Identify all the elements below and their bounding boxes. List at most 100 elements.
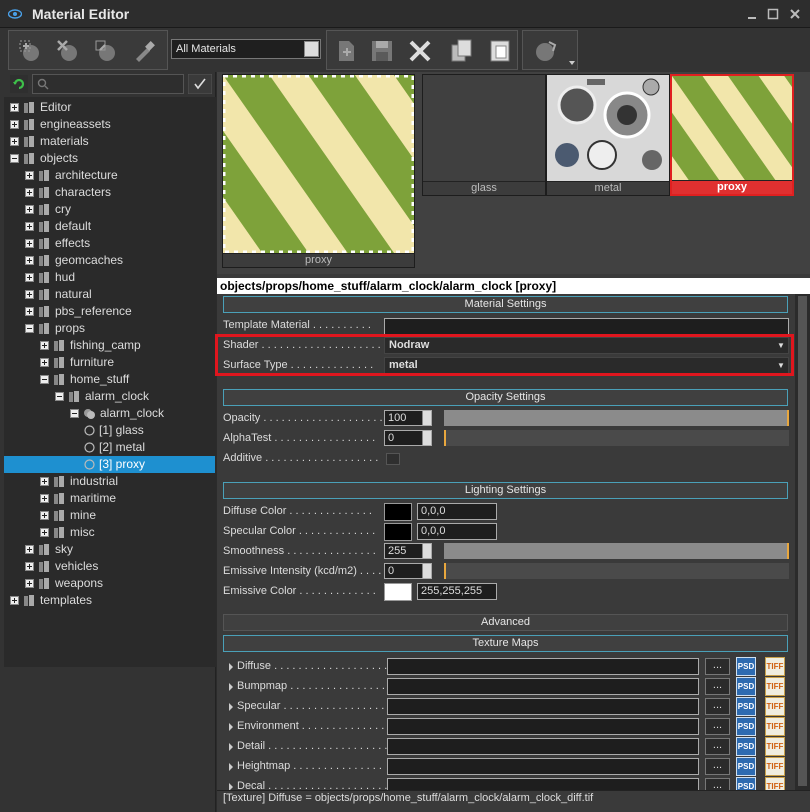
tree-item[interactable]: effects bbox=[4, 235, 215, 252]
tree-item[interactable]: mine bbox=[4, 507, 215, 524]
expand-icon[interactable] bbox=[40, 341, 49, 350]
collapse-icon[interactable] bbox=[10, 154, 19, 163]
texture-path-field[interactable] bbox=[387, 658, 699, 675]
expand-arrow-icon[interactable] bbox=[229, 783, 233, 790]
expand-icon[interactable] bbox=[40, 511, 49, 520]
expand-icon[interactable] bbox=[25, 256, 34, 265]
opacity-spinbox[interactable]: 100 bbox=[384, 410, 432, 426]
additive-checkbox[interactable] bbox=[386, 453, 400, 465]
expand-icon[interactable] bbox=[40, 477, 49, 486]
tree-item[interactable]: industrial bbox=[4, 473, 215, 490]
properties-scrollbar[interactable] bbox=[795, 294, 810, 790]
tiff-icon[interactable]: TIFF bbox=[765, 777, 785, 790]
tiff-icon[interactable]: TIFF bbox=[765, 737, 785, 756]
tree-item[interactable]: alarm_clock bbox=[4, 405, 215, 422]
copy-icon[interactable] bbox=[449, 38, 475, 64]
expand-icon[interactable] bbox=[25, 171, 34, 180]
minimize-icon[interactable] bbox=[746, 8, 758, 20]
expand-icon[interactable] bbox=[25, 562, 34, 571]
tree-item[interactable]: natural bbox=[4, 286, 215, 303]
delete-icon[interactable] bbox=[407, 38, 433, 64]
texture-path-field[interactable] bbox=[387, 758, 699, 775]
preview-shape-icon[interactable] bbox=[533, 38, 559, 64]
section-lighting-settings[interactable]: Lighting Settings bbox=[223, 482, 788, 499]
smoothness-spinbox[interactable]: 255 bbox=[384, 543, 432, 559]
tree-item[interactable]: vehicles bbox=[4, 558, 215, 575]
spin-arrows-icon[interactable] bbox=[422, 411, 431, 425]
search-input[interactable] bbox=[32, 74, 184, 94]
add-material-icon[interactable] bbox=[17, 38, 43, 64]
section-opacity-settings[interactable]: Opacity Settings bbox=[223, 389, 788, 406]
psd-icon[interactable]: PSD bbox=[736, 777, 756, 790]
tree-item[interactable]: fishing_camp bbox=[4, 337, 215, 354]
tree-item[interactable]: cry bbox=[4, 201, 215, 218]
tree-item[interactable]: [3] proxy bbox=[4, 456, 215, 473]
browse-button[interactable]: ... bbox=[705, 778, 730, 790]
expand-icon[interactable] bbox=[25, 273, 34, 282]
remove-material-icon[interactable] bbox=[55, 38, 81, 64]
emissive-color-swatch[interactable] bbox=[384, 583, 412, 601]
expand-icon[interactable] bbox=[10, 103, 19, 112]
specular-color-swatch[interactable] bbox=[384, 523, 412, 541]
tree-item[interactable]: home_stuff bbox=[4, 371, 215, 388]
expand-arrow-icon[interactable] bbox=[229, 703, 233, 711]
expand-arrow-icon[interactable] bbox=[229, 723, 233, 731]
psd-icon[interactable]: PSD bbox=[736, 697, 756, 716]
browse-button[interactable]: ... bbox=[705, 698, 730, 715]
tree-item[interactable]: props bbox=[4, 320, 215, 337]
browse-button[interactable]: ... bbox=[705, 678, 730, 695]
browse-button[interactable]: ... bbox=[705, 658, 730, 675]
collapse-icon[interactable] bbox=[40, 375, 49, 384]
slider-handle[interactable] bbox=[787, 410, 789, 426]
tree-item[interactable]: geomcaches bbox=[4, 252, 215, 269]
emissive-intensity-spinbox[interactable]: 0 bbox=[384, 563, 432, 579]
tree-item[interactable]: misc bbox=[4, 524, 215, 541]
diffuse-color-field[interactable]: 0,0,0 bbox=[417, 503, 497, 520]
expand-icon[interactable] bbox=[40, 358, 49, 367]
new-icon[interactable] bbox=[333, 38, 359, 64]
psd-icon[interactable]: PSD bbox=[736, 737, 756, 756]
tree-item[interactable]: objects bbox=[4, 150, 215, 167]
section-texture-maps[interactable]: Texture Maps bbox=[223, 635, 788, 652]
tree-item[interactable]: maritime bbox=[4, 490, 215, 507]
expand-arrow-icon[interactable] bbox=[229, 763, 233, 771]
tree-item[interactable]: hud bbox=[4, 269, 215, 286]
alphatest-slider[interactable] bbox=[444, 430, 789, 446]
tree-item[interactable]: pbs_reference bbox=[4, 303, 215, 320]
tiff-icon[interactable]: TIFF bbox=[765, 677, 785, 696]
tree-item[interactable]: weapons bbox=[4, 575, 215, 592]
expand-icon[interactable] bbox=[25, 239, 34, 248]
close-icon[interactable] bbox=[789, 8, 801, 20]
browse-button[interactable]: ... bbox=[705, 718, 730, 735]
tree-item[interactable]: architecture bbox=[4, 167, 215, 184]
texture-path-field[interactable] bbox=[387, 698, 699, 715]
expand-icon[interactable] bbox=[40, 528, 49, 537]
tree-item[interactable]: materials bbox=[4, 133, 215, 150]
spin-arrows-icon[interactable] bbox=[422, 431, 431, 445]
thumb-metal[interactable]: metal bbox=[546, 74, 670, 196]
paste-icon[interactable] bbox=[487, 38, 513, 64]
spin-arrows-icon[interactable] bbox=[422, 544, 431, 558]
expand-icon[interactable] bbox=[25, 579, 34, 588]
expand-arrow-icon[interactable] bbox=[229, 683, 233, 691]
collapse-icon[interactable] bbox=[25, 324, 34, 333]
slider-handle[interactable] bbox=[444, 430, 446, 446]
tiff-icon[interactable]: TIFF bbox=[765, 657, 785, 676]
smoothness-slider[interactable] bbox=[444, 543, 789, 559]
material-filter-select[interactable]: All Materials bbox=[171, 39, 321, 59]
tree-item[interactable]: sky bbox=[4, 541, 215, 558]
expand-icon[interactable] bbox=[25, 188, 34, 197]
section-material-settings[interactable]: Material Settings bbox=[223, 296, 788, 313]
expand-icon[interactable] bbox=[25, 222, 34, 231]
expand-arrow-icon[interactable] bbox=[229, 663, 233, 671]
save-icon[interactable] bbox=[369, 38, 395, 64]
expand-icon[interactable] bbox=[10, 137, 19, 146]
thumb-glass[interactable]: glass bbox=[422, 74, 546, 196]
collapse-icon[interactable] bbox=[70, 409, 79, 418]
slider-handle[interactable] bbox=[787, 543, 789, 559]
psd-icon[interactable]: PSD bbox=[736, 757, 756, 776]
tree-item[interactable]: default bbox=[4, 218, 215, 235]
tiff-icon[interactable]: TIFF bbox=[765, 717, 785, 736]
psd-icon[interactable]: PSD bbox=[736, 657, 756, 676]
tiff-icon[interactable]: TIFF bbox=[765, 697, 785, 716]
